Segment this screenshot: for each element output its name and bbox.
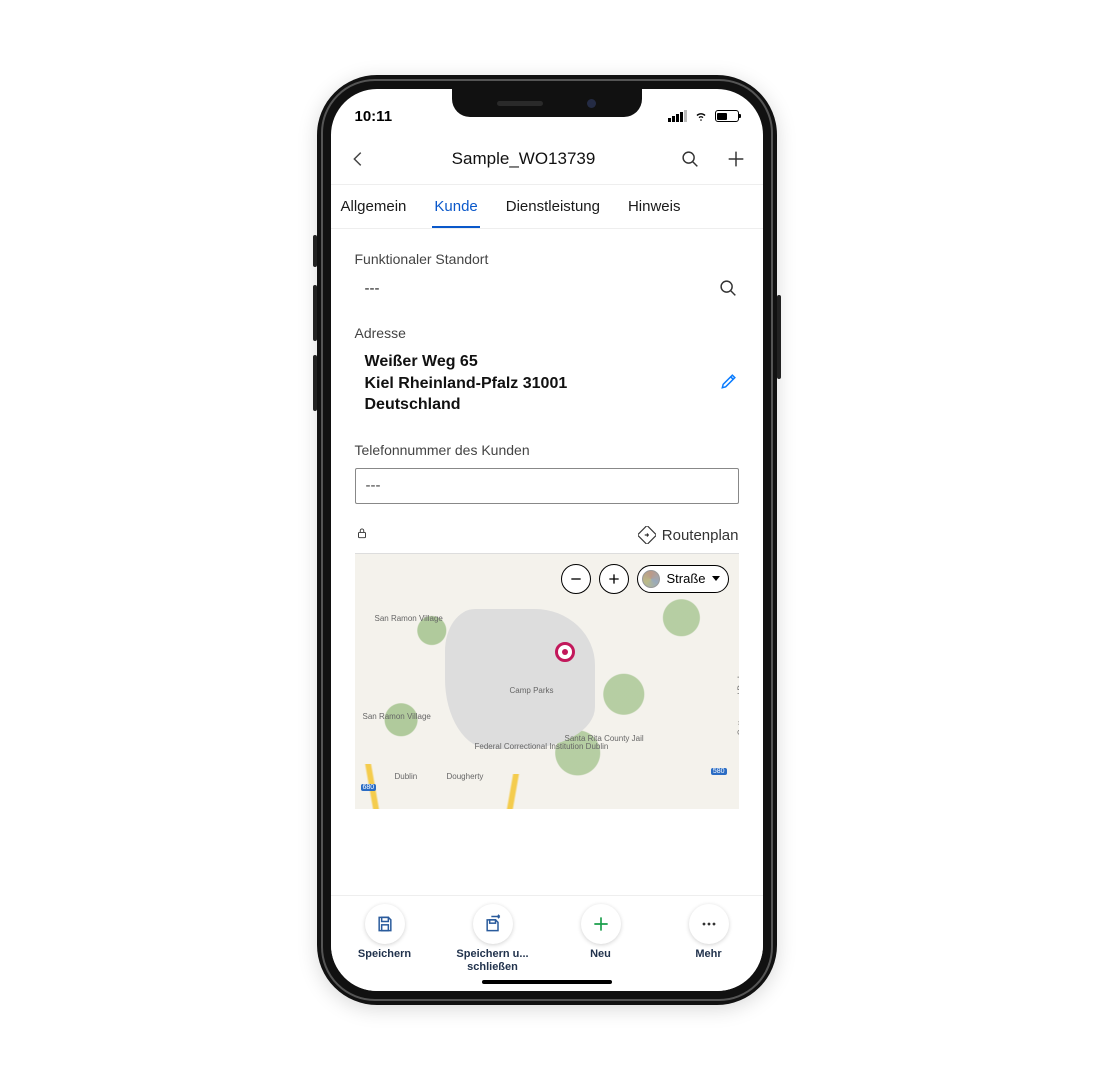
address-value: Weißer Weg 65 Kiel Rheinland-Pfalz 31001… [355,351,568,416]
map-view[interactable]: San Ramon Village San Ramon Village Dubl… [355,553,739,809]
more-button[interactable]: Mehr [655,904,763,961]
tab-allgemein[interactable]: Allgemein [341,185,407,228]
map-place-label: San Ramon Village [363,712,431,721]
functional-location-value: --- [355,280,380,297]
page-title: Sample_WO13739 [383,149,665,169]
customer-phone-label: Telefonnummer des Kunden [355,442,739,458]
command-bar: Speichern Speichern u... schließen Neu M… [331,895,763,991]
save-label: Speichern [358,948,411,961]
map-place-label: Federal Correctional Institution Dublin [475,742,545,751]
pencil-icon [719,371,739,391]
map-place-label: Cottonwood Park [737,674,739,735]
address-line2: Kiel Rheinland-Pfalz 31001 [365,373,568,395]
functional-location-lookup-button[interactable] [717,277,739,299]
device-notch [452,89,642,117]
power-button [777,295,781,379]
save-close-icon [483,914,503,934]
map-road-shield: 680 [361,784,377,791]
app-header: Sample_WO13739 [331,133,763,185]
search-button[interactable] [669,138,711,180]
map-zoom-out-button[interactable] [561,564,591,594]
map-place-label: Camp Parks [510,686,554,695]
search-icon [679,148,701,170]
customer-phone-input[interactable]: --- [355,468,739,504]
minus-icon [568,571,584,587]
tab-kunde[interactable]: Kunde [434,185,477,228]
search-icon [717,277,739,299]
status-time: 10:11 [355,108,393,125]
save-close-label: Speichern u... schließen [439,948,547,973]
plus-icon [606,571,622,587]
address-line1: Weißer Weg 65 [365,351,568,373]
volume-down-button [313,355,317,411]
more-horizontal-icon [699,914,719,934]
map-zoom-in-button[interactable] [599,564,629,594]
save-button[interactable]: Speichern [331,904,439,961]
address-line3: Deutschland [365,394,568,416]
directions-icon [638,526,656,544]
back-button[interactable] [337,138,379,180]
volume-up-button [313,285,317,341]
save-icon [375,914,395,934]
map-place-label: Santa Rita County Jail [565,734,644,743]
more-label: Mehr [695,948,721,961]
save-and-close-button[interactable]: Speichern u... schließen [439,904,547,973]
phone-device-frame: 10:11 Sample_WO13739 Allgemein Kunde [317,75,777,1005]
new-button[interactable]: Neu [547,904,655,961]
chevron-left-icon [347,148,369,170]
map-view-type-label: Straße [666,571,705,586]
route-plan-button[interactable]: Routenplan [638,526,739,544]
route-plan-label: Routenplan [662,527,739,544]
layers-icon [642,570,660,588]
chevron-down-icon [712,576,720,581]
map-road-shield: 580 [711,768,727,775]
tab-bar: Allgemein Kunde Dienstleistung Hinweis [331,185,763,229]
map-view-type-dropdown[interactable]: Straße [637,565,728,593]
plus-icon [591,914,611,934]
map-place-label: San Ramon Village [375,614,443,623]
wifi-icon [693,110,709,122]
address-label: Adresse [355,325,739,341]
map-zone [445,609,595,749]
battery-icon [715,110,739,122]
map-place-label: Dougherty [447,772,484,781]
form-content[interactable]: Funktionaler Standort --- Adresse Weißer… [331,229,763,895]
mute-switch [313,235,317,267]
home-indicator[interactable] [482,980,612,985]
map-place-label: Dublin [395,772,418,781]
tab-hinweis[interactable]: Hinweis [628,185,681,228]
lock-icon [355,526,369,545]
customer-phone-value: --- [366,477,381,494]
edit-address-button[interactable] [719,371,739,396]
cellular-signal-icon [668,110,687,122]
map-location-pin[interactable] [555,642,575,662]
new-label: Neu [590,948,611,961]
plus-icon [725,148,747,170]
functional-location-label: Funktionaler Standort [355,251,739,267]
add-button[interactable] [715,138,757,180]
tab-dienstleistung[interactable]: Dienstleistung [506,185,600,228]
